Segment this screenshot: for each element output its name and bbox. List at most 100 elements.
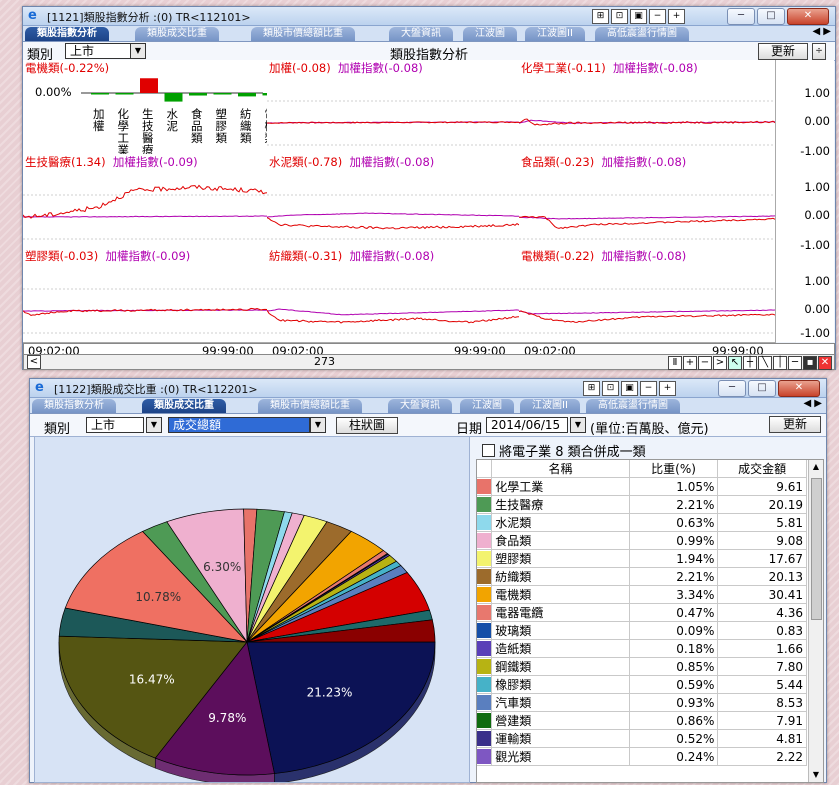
tab-high-low[interactable]: 高低震盪行情圖 — [595, 27, 689, 41]
date-label: 日期 — [456, 422, 483, 437]
print-icon[interactable]: ▣ — [621, 381, 638, 396]
window1-titlebar[interactable]: e [1121]類股指數分析 :(0) TR<112101> ⊞ ⊡ ▣ − +… — [23, 7, 835, 26]
scroll-thumb[interactable] — [811, 478, 822, 620]
minimize-button[interactable]: ─ — [727, 8, 755, 25]
tab-jiangbo[interactable]: 江波圖 — [460, 399, 514, 413]
table-row[interactable]: 紡織類 2.21% 20.13 — [477, 567, 807, 586]
minus-icon[interactable]: − — [640, 381, 657, 396]
date-select[interactable]: 2014/06/15 — [486, 417, 568, 433]
plus-icon[interactable]: + — [668, 9, 685, 24]
color-swatch — [477, 531, 493, 550]
table-row[interactable]: 橡膠類 0.59% 5.44 — [477, 675, 807, 694]
table-row[interactable]: 生技醫療 2.21% 20.19 — [477, 495, 807, 514]
table-row[interactable]: 造紙類 0.18% 1.66 — [477, 639, 807, 658]
table-row[interactable]: 電機類 3.34% 30.41 — [477, 585, 807, 604]
tab-market-info[interactable]: 大盤資訊 — [389, 27, 453, 41]
tab-jiangbo-2[interactable]: 江波圖II — [520, 399, 580, 413]
tab-sector-index[interactable]: 類股指數分析 — [32, 399, 116, 413]
settings-icon[interactable]: ▪ — [803, 356, 817, 370]
vertical-line-icon[interactable]: │ — [773, 356, 787, 370]
pie-slice-label: 6.30% — [203, 560, 241, 574]
tab-market-info[interactable]: 大盤資訊 — [388, 399, 452, 413]
zoom-out-icon[interactable]: − — [698, 356, 712, 370]
table-row[interactable]: 電器電纜 0.47% 4.36 — [477, 603, 807, 622]
link-icon[interactable]: ⊞ — [592, 9, 609, 24]
table-row[interactable]: 營建類 0.86% 7.91 — [477, 711, 807, 730]
delete-icon[interactable]: ✕ — [818, 356, 832, 370]
minus-icon[interactable]: − — [649, 9, 666, 24]
line-panel-weighted: 加權(-0.08) 加權指數(-0.08) — [267, 60, 520, 155]
category-select[interactable]: 上市 — [86, 417, 144, 433]
sector-volume-pie-chart: 21.23% 9.78% 16.47% 10.78% 6.30% — [58, 508, 436, 785]
sector-index-line — [267, 217, 519, 230]
tab-high-low[interactable]: 高低震盪行情圖 — [586, 399, 680, 413]
link-icon[interactable]: ⊞ — [583, 381, 600, 396]
weight-cell: 2.21% — [629, 567, 719, 586]
column-header[interactable]: 名稱 — [491, 460, 630, 478]
table-row[interactable]: 運輸類 0.52% 4.81 — [477, 729, 807, 748]
bar-chart-button[interactable]: 柱狀圖 — [336, 417, 398, 434]
zoom-in-icon[interactable]: + — [683, 356, 697, 370]
tab-sector-volume[interactable]: 類股成交比重 — [135, 27, 219, 41]
chevron-down-icon[interactable]: ▼ — [570, 417, 586, 433]
close-button[interactable]: ✕ — [778, 380, 820, 397]
minimize-button[interactable]: ─ — [718, 380, 746, 397]
sector-name-cell: 食品類 — [491, 531, 630, 550]
tab-sector-volume[interactable]: 類股成交比重 — [142, 399, 226, 413]
horizontal-line-icon[interactable]: ─ — [788, 356, 802, 370]
maximize-button[interactable]: □ — [757, 8, 785, 25]
app-icon: e — [28, 8, 37, 23]
plus-icon[interactable]: + — [659, 381, 676, 396]
table-row[interactable]: 水泥類 0.63% 5.81 — [477, 513, 807, 532]
tab-sector-marketcap[interactable]: 類股市價總額比重 — [258, 399, 362, 413]
refresh-button[interactable]: 更新 — [758, 43, 808, 60]
window2-titlebar[interactable]: e [1122]類股成交比重 :(0) TR<112201> ⊞ ⊡ ▣ − +… — [30, 379, 826, 398]
chart-scrollbar[interactable]: < 273 Ⅱ + − > ↖ ┼ ╲ │ ─ ▪ ✕ — [23, 354, 835, 370]
line-tool-icon[interactable]: ╲ — [758, 356, 772, 370]
sector-index-window: e [1121]類股指數分析 :(0) TR<112101> ⊞ ⊡ ▣ − +… — [22, 6, 836, 370]
refresh-button[interactable]: 更新 — [769, 416, 821, 433]
tab-scroll-arrows[interactable]: ◀ ▶ — [803, 398, 822, 409]
lock-icon[interactable]: ⊡ — [602, 381, 619, 396]
column-header[interactable]: 比重(%) — [629, 460, 719, 478]
merge-option[interactable]: 將電子業 8 類合併成一類 — [482, 441, 646, 460]
table-row[interactable]: 玻璃類 0.09% 0.83 — [477, 621, 807, 640]
lock-icon[interactable]: ⊡ — [611, 9, 628, 24]
sector-name-cell: 觀光類 — [491, 747, 630, 766]
column-header[interactable]: 成交金額 — [717, 460, 807, 478]
checkbox-icon[interactable] — [482, 444, 495, 457]
table-row[interactable]: 汽車類 0.93% 8.53 — [477, 693, 807, 712]
tab-jiangbo-2[interactable]: 江波圖II — [525, 27, 585, 41]
close-button[interactable]: ✕ — [787, 8, 829, 25]
pause-icon[interactable]: Ⅱ — [668, 356, 682, 370]
chevron-down-icon[interactable]: ▼ — [146, 417, 162, 433]
app-icon: e — [35, 380, 44, 395]
weight-cell: 0.99% — [629, 531, 719, 550]
y-scale: 1.00 0.00 -1.00 1.00 0.00 -1.00 1.00 0.0… — [775, 60, 834, 342]
metric-select[interactable]: 成交總額 — [168, 417, 310, 433]
tab-scroll-arrows[interactable]: ◀ ▶ — [812, 26, 831, 37]
cursor-icon[interactable]: ↖ — [728, 356, 742, 370]
spinner-button[interactable]: ÷ — [812, 43, 826, 60]
table-row[interactable]: 塑膠類 1.94% 17.67 — [477, 549, 807, 568]
tab-sector-marketcap[interactable]: 類股市價總額比重 — [251, 27, 355, 41]
scroll-down-icon[interactable]: ▼ — [809, 768, 823, 782]
line-panel-biotech: 生技醫療(1.34) 加權指數(-0.09) — [23, 154, 268, 249]
maximize-button[interactable]: □ — [748, 380, 776, 397]
table-row[interactable]: 食品類 0.99% 9.08 — [477, 531, 807, 550]
amount-cell: 4.36 — [717, 603, 807, 622]
table-row[interactable]: 化學工業 1.05% 9.61 — [477, 477, 807, 496]
scroll-left-icon[interactable]: < — [27, 355, 41, 369]
table-scrollbar[interactable]: ▲ ▼ — [808, 460, 823, 782]
tab-sector-index[interactable]: 類股指數分析 — [25, 27, 109, 41]
crosshair-icon[interactable]: ┼ — [743, 356, 757, 370]
window1-toolbox: ⊞ ⊡ ▣ − + — [592, 9, 685, 24]
weight-cell: 0.09% — [629, 621, 719, 640]
tab-jiangbo[interactable]: 江波圖 — [463, 27, 517, 41]
scroll-up-icon[interactable]: ▲ — [809, 460, 823, 474]
table-row[interactable]: 觀光類 0.24% 2.22 — [477, 747, 807, 766]
chevron-down-icon[interactable]: ▼ — [310, 417, 326, 433]
scroll-right-icon[interactable]: > — [713, 356, 727, 370]
print-icon[interactable]: ▣ — [630, 9, 647, 24]
table-row[interactable]: 鋼鐵類 0.85% 7.80 — [477, 657, 807, 676]
